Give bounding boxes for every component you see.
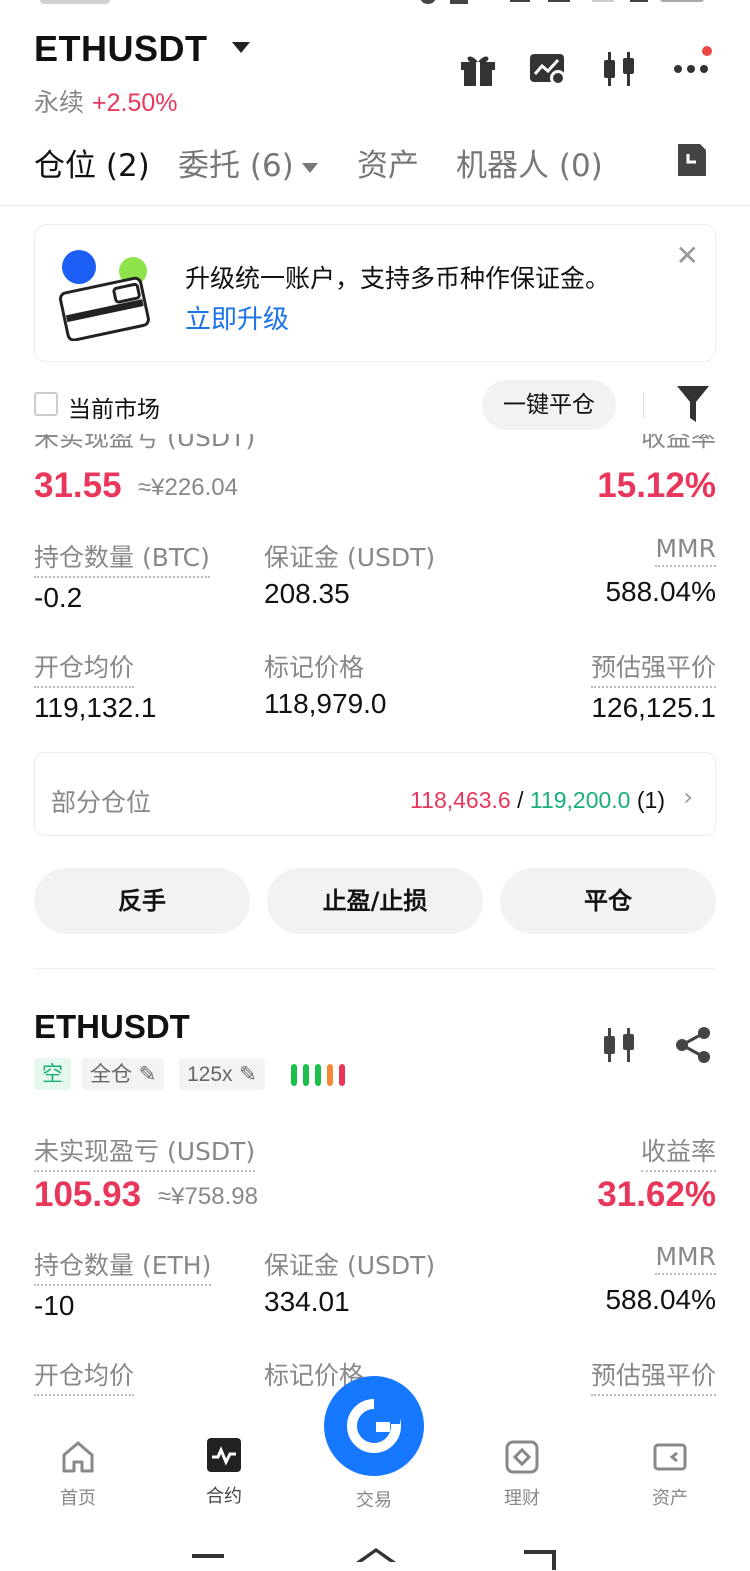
filter-bar: 当前市场 一键平仓: [0, 378, 750, 434]
mmr-label[interactable]: MMR: [655, 534, 716, 567]
filter-icon[interactable]: [676, 384, 710, 424]
position-tabs: 仓位 (2) 委托 (6) 资产 机器人 (0): [0, 140, 750, 206]
leverage-badge[interactable]: 125x ✎: [179, 1058, 265, 1090]
size-value: -10: [34, 1290, 75, 1321]
partial-separator: /: [517, 787, 524, 813]
tab-bots[interactable]: 机器人 (0): [456, 140, 603, 185]
mark-price-value: 118,979.0: [264, 688, 387, 719]
partial-sl: 119,200.0: [529, 787, 631, 813]
candlestick-icon[interactable]: [600, 1026, 640, 1064]
margin-mode-badge[interactable]: 全仓 ✎: [82, 1058, 165, 1090]
size-label[interactable]: 持仓数量 (ETH): [34, 1246, 212, 1286]
mmr-value: 588.04%: [605, 576, 716, 607]
pnl-cny: ≈¥226.04: [138, 474, 238, 501]
wallet-icon: [653, 1440, 687, 1474]
back-icon[interactable]: [524, 1550, 556, 1570]
side-badge: 空: [34, 1058, 71, 1090]
entry-price-label[interactable]: 开仓均价: [34, 1356, 135, 1396]
nav-home[interactable]: 首页: [28, 1440, 128, 1510]
nav-earn[interactable]: 理财: [472, 1440, 572, 1510]
roe-value: 31.62%: [597, 1175, 716, 1214]
divider: [643, 392, 644, 418]
price-change: +2.50%: [92, 89, 178, 117]
earn-icon: [505, 1440, 539, 1474]
close-icon[interactable]: ✕: [676, 239, 699, 272]
menu-icon[interactable]: [192, 1554, 224, 1558]
pnl-label[interactable]: 未实现盈亏 (USDT): [34, 1132, 256, 1172]
mmr-value: 588.04%: [605, 1284, 716, 1315]
mmr-label[interactable]: MMR: [655, 1242, 716, 1275]
edit-icon: ✎: [239, 1062, 257, 1086]
trade-icon: [347, 1398, 401, 1453]
home-icon: [61, 1440, 95, 1474]
system-nav-bar: [0, 1548, 750, 1571]
partial-count: (1): [636, 787, 665, 813]
contract-type: 永续: [34, 88, 85, 117]
candlestick-icon[interactable]: [600, 50, 640, 88]
gift-icon[interactable]: [458, 50, 498, 88]
partial-prices: 118,463.6 / 119,200.0 (1): [410, 787, 665, 814]
margin-label: 保证金 (USDT): [264, 1251, 436, 1280]
position-symbol[interactable]: ETHUSDT: [34, 1008, 190, 1046]
history-icon[interactable]: [674, 142, 710, 178]
current-market-label: 当前市场: [68, 397, 160, 423]
close-position-button[interactable]: 平仓: [500, 868, 716, 934]
pnl-cny: ≈¥758.98: [158, 1183, 258, 1210]
symbol-title[interactable]: ETHUSDT: [34, 28, 208, 70]
liq-price-value: 126,125.1: [591, 692, 716, 723]
margin-value: 208.35: [264, 578, 350, 609]
chevron-right-icon: ›: [683, 783, 693, 811]
liq-price-label[interactable]: 预估强平价: [590, 1356, 716, 1396]
tp-sl-button[interactable]: 止盈/止损: [267, 868, 483, 934]
contract-subtitle: 永续 +2.50%: [34, 83, 178, 119]
upgrade-banner: 升级统一账户，支持多币种作保证金。 立即升级 ✕: [34, 224, 716, 362]
tab-orders[interactable]: 委托 (6): [178, 140, 318, 185]
chevron-down-icon[interactable]: [232, 42, 250, 53]
bottom-navigation: 首页 合约 交易 理财 资产: [0, 1376, 750, 1571]
margin-value: 334.01: [264, 1286, 350, 1317]
size-label[interactable]: 持仓数量 (BTC): [34, 538, 210, 578]
status-bar: [0, 0, 750, 8]
roe-label-clipped: 收益率: [630, 434, 716, 456]
margin-label: 保证金 (USDT): [264, 543, 436, 572]
futures-icon: [207, 1438, 241, 1472]
partial-position-row[interactable]: 部分仓位 118,463.6 / 119,200.0 (1) ›: [34, 752, 716, 836]
current-market-checkbox[interactable]: [34, 392, 58, 416]
share-icon[interactable]: [674, 1026, 712, 1064]
status-icons: [420, 0, 720, 4]
size-value: -0.2: [34, 582, 83, 613]
tab-positions[interactable]: 仓位 (2): [34, 140, 150, 185]
pnl-label-clipped: 未实现盈亏 (USDT): [34, 434, 274, 456]
clock: [40, 0, 110, 4]
edit-icon: ✎: [138, 1062, 157, 1086]
reverse-button[interactable]: 反手: [34, 868, 250, 934]
unrealized-pnl: 105.93: [34, 1175, 142, 1214]
liq-price-label[interactable]: 预估强平价: [590, 648, 716, 688]
banner-text: 升级统一账户，支持多币种作保证金。: [185, 264, 611, 293]
trade-fab-button[interactable]: [324, 1376, 424, 1476]
close-all-button[interactable]: 一键平仓: [482, 380, 616, 430]
roe-label[interactable]: 收益率: [640, 1132, 716, 1172]
tab-assets[interactable]: 资产: [357, 140, 419, 185]
nav-trade-label[interactable]: 交易: [324, 1486, 424, 1512]
more-icon[interactable]: [672, 46, 712, 88]
nav-assets[interactable]: 资产: [620, 1440, 720, 1510]
chevron-down-icon: [301, 162, 318, 173]
nav-futures[interactable]: 合约: [174, 1438, 274, 1508]
chart-settings-icon[interactable]: [528, 50, 568, 88]
roe-value: 15.12%: [597, 466, 716, 505]
mark-price-label: 标记价格: [264, 653, 365, 682]
divider: [34, 968, 716, 969]
home-nav-icon-inner: [362, 1552, 390, 1562]
entry-price-label[interactable]: 开仓均价: [34, 648, 135, 688]
entry-price-value: 119,132.1: [34, 692, 157, 723]
wallet-illustration: [55, 247, 155, 342]
notification-dot: [702, 46, 712, 56]
risk-bars-icon: [291, 1064, 349, 1086]
partial-label: 部分仓位: [51, 788, 152, 817]
partial-tp: 118,463.6: [410, 787, 511, 813]
unrealized-pnl: 31.55: [34, 466, 122, 505]
upgrade-link[interactable]: 立即升级: [185, 299, 289, 336]
